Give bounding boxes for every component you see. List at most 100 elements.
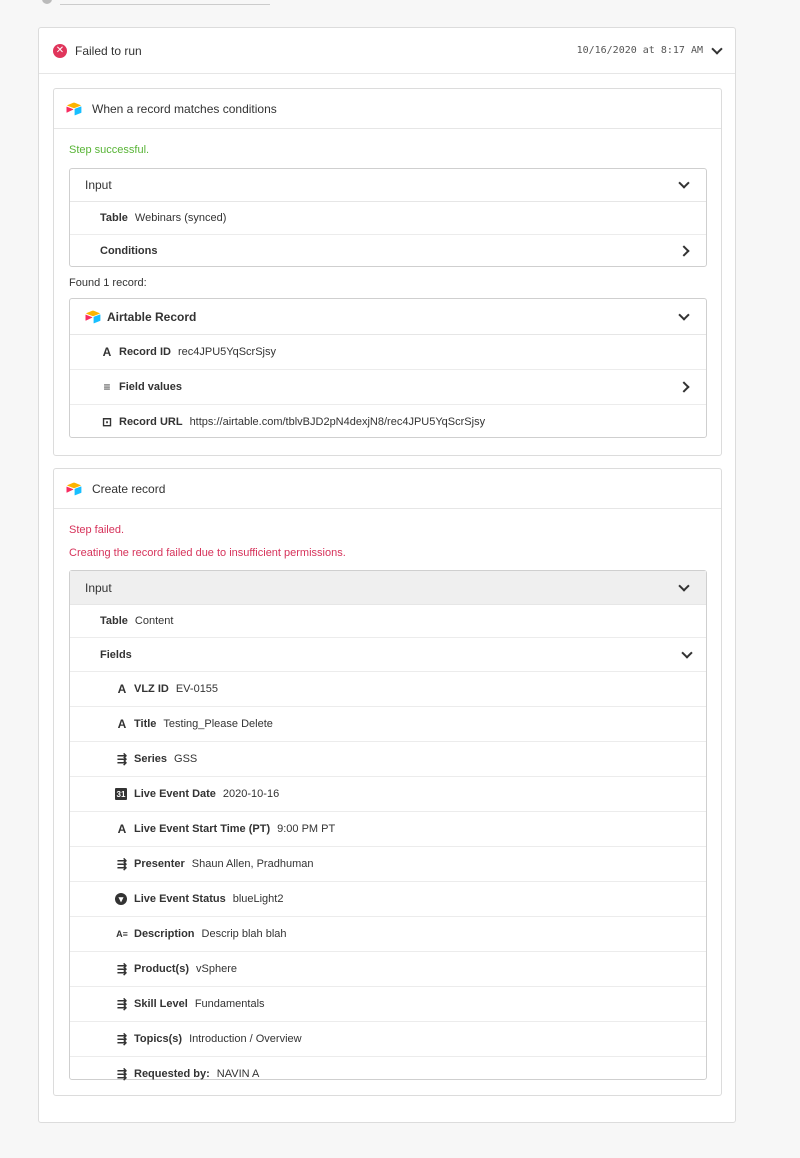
link-list-icon: ⇶ (116, 997, 128, 1011)
text-icon: A (117, 682, 127, 696)
link-list-icon: ⇶ (116, 1067, 128, 1081)
field-value: Descrip blah blah (201, 928, 287, 940)
table-value: Content (134, 615, 174, 627)
trigger-step-header[interactable]: When a record matches conditions (54, 89, 721, 129)
error-icon: ✕ (53, 43, 67, 58)
text-icon: A (117, 717, 127, 731)
field-label: Live Event Start Time (PT) (134, 823, 271, 835)
trigger-table-row: Table Webinars (synced) (70, 202, 706, 235)
calendar-icon: 31 (115, 788, 127, 800)
create-record-input-label: Input (85, 580, 112, 595)
link-list-icon: ⇶ (116, 752, 128, 766)
create-record-step-header[interactable]: Create record (54, 469, 721, 509)
field-label: Requested by: (134, 1068, 210, 1080)
run-status: Failed to run (75, 43, 142, 58)
trigger-step-card: When a record matches conditions Step su… (53, 88, 722, 456)
fields-header-row[interactable]: Fields (70, 638, 706, 672)
field-value: EV-0155 (175, 683, 219, 695)
airtable-logo-icon (66, 482, 82, 495)
field-row: A Live Event Start Time (PT) 9:00 PM PT (70, 812, 706, 847)
field-row: ⇶ Product(s) vSphere (70, 952, 706, 987)
field-label: Live Event Status (134, 893, 226, 905)
field-label: Live Event Date (134, 788, 216, 800)
chevron-down-icon[interactable] (678, 579, 690, 592)
record-url-value[interactable]: https://airtable.com/tblvBJD2pN4dexjN8/r… (190, 416, 486, 428)
field-label: Product(s) (134, 963, 189, 975)
trigger-step-title: When a record matches conditions (92, 101, 277, 116)
trigger-step-status: Step successful. (69, 144, 150, 156)
chevron-down-icon[interactable] (678, 308, 690, 321)
field-row: A VLZ ID EV-0155 (70, 672, 706, 707)
field-label: Description (134, 928, 195, 940)
chevron-down-icon[interactable] (711, 42, 723, 55)
record-id-row: A Record ID rec4JPU5YqScrSjsy (70, 335, 706, 370)
trigger-input-label: Input (85, 178, 112, 192)
field-value: Fundamentals (194, 998, 265, 1010)
field-value: 2020-10-16 (222, 788, 280, 800)
field-values-label: Field values (119, 381, 182, 393)
link-icon: ⊡ (101, 415, 113, 429)
field-value: Introduction / Overview (189, 1033, 302, 1045)
link-list-icon: ⇶ (116, 1032, 128, 1046)
field-label: Skill Level (134, 998, 188, 1010)
field-label: Title (134, 718, 157, 730)
run-history-card: ✕ Failed to run 10/16/2020 at 8:17 AM Wh… (38, 27, 736, 1123)
status-dot-icon (42, 0, 52, 4)
chevron-down-icon[interactable] (681, 646, 693, 659)
field-row: ⇶ Series GSS (70, 742, 706, 777)
table-label: Table (100, 615, 128, 627)
field-row: ⇶ Requested by: NAVIN A (70, 1057, 706, 1091)
create-record-error-message: Creating the record failed due to insuff… (69, 547, 346, 559)
airtable-record-label: Airtable Record (107, 309, 197, 324)
run-timestamp: 10/16/2020 at 8:17 AM (576, 45, 703, 56)
field-row: ⇶ Presenter Shaun Allen, Pradhuman (70, 847, 706, 882)
field-label: Series (134, 753, 168, 765)
create-record-step-card: Create record Step failed. Creating the … (53, 468, 722, 1096)
record-url-row: ⊡ Record URL https://airtable.com/tblvBJ… (70, 405, 706, 439)
run-header[interactable]: ✕ Failed to run 10/16/2020 at 8:17 AM (39, 28, 735, 74)
conditions-label: Conditions (100, 245, 158, 257)
field-row: ⇶ Topics(s) Introduction / Overview (70, 1022, 706, 1057)
found-records-text: Found 1 record: (69, 277, 147, 289)
field-value: Testing_Please Delete (163, 718, 273, 730)
create-record-input-header[interactable]: Input (70, 571, 706, 605)
field-values-row[interactable]: ≡ Field values (70, 370, 706, 405)
fields-label: Fields (100, 648, 132, 661)
single-select-icon: ▾ (115, 893, 127, 905)
long-text-icon: A≡ (116, 929, 128, 939)
cutoff-text (60, 0, 270, 5)
fields-list: A VLZ ID EV-0155 A Title Testing_Please Delet… (70, 672, 706, 1091)
airtable-record-panel: Airtable Record A Record ID rec4JPU5YqSc… (69, 298, 707, 438)
table-label: Table (100, 212, 128, 224)
record-id-value: rec4JPU5YqScrSjsy (177, 346, 276, 358)
field-row: A Title Testing_Please Delete (70, 707, 706, 742)
trigger-input-header[interactable]: Input (70, 169, 706, 202)
table-value: Webinars (synced) (134, 212, 227, 224)
airtable-logo-icon (66, 102, 82, 115)
field-value: 9:00 PM PT (277, 823, 336, 835)
top-cutoff-row (40, 0, 290, 7)
field-value: NAVIN A (216, 1068, 260, 1080)
field-row: 31 Live Event Date 2020-10-16 (70, 777, 706, 812)
chevron-down-icon[interactable] (678, 177, 690, 189)
airtable-record-header[interactable]: Airtable Record (70, 299, 706, 335)
conditions-row[interactable]: Conditions (70, 235, 706, 267)
field-value: Shaun Allen, Pradhuman (191, 858, 314, 870)
field-row: ▾ Live Event Status blueLight2 (70, 882, 706, 917)
field-row: ⇶ Skill Level Fundamentals (70, 987, 706, 1022)
create-record-table-row: Table Content (70, 605, 706, 638)
field-label: Topics(s) (134, 1033, 183, 1045)
create-record-step-status: Step failed. (69, 524, 125, 536)
text-icon: A (117, 822, 127, 836)
airtable-logo-icon (85, 310, 101, 323)
chevron-right-icon[interactable] (678, 381, 690, 393)
field-row: A≡ Description Descrip blah blah (70, 917, 706, 952)
field-label: VLZ ID (134, 683, 169, 695)
list-icon: ≡ (103, 380, 111, 394)
create-record-input-panel: Input Table Content Fields A VLZ ID EV-015… (69, 570, 707, 1081)
text-icon: A (102, 345, 112, 359)
trigger-input-panel: Input Table Webinars (synced) Conditions (69, 168, 707, 267)
chevron-right-icon[interactable] (678, 245, 690, 257)
link-list-icon: ⇶ (116, 857, 128, 871)
record-id-label: Record ID (119, 346, 171, 358)
